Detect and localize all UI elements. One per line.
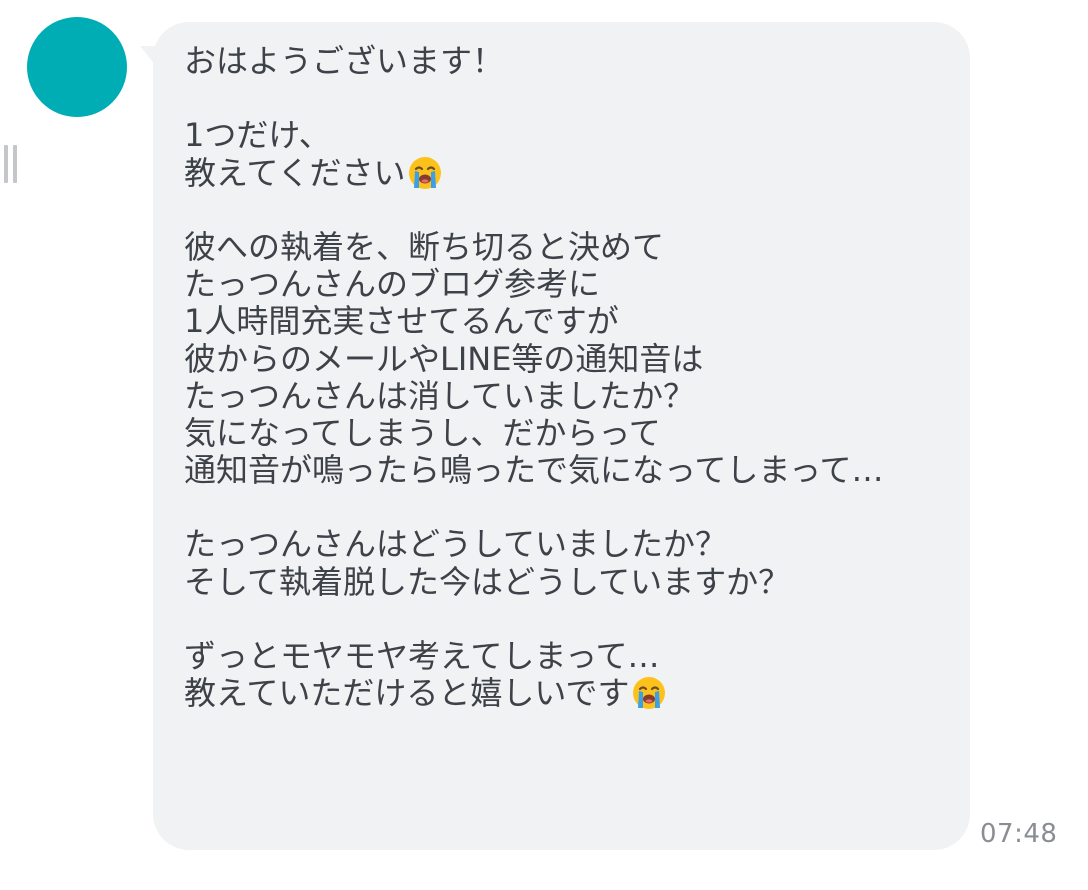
message-line-text: おはようございます！ [184, 42, 505, 80]
message-line-text: たっつんさんはどうしていましたか？ [184, 525, 728, 564]
message-line: 通知音が鳴ったら鳴ったで気になってしまって… [184, 451, 964, 490]
message-line: たっつんさんのブログ参考に [184, 266, 964, 303]
message-line-text: 1つだけ、 [184, 116, 331, 155]
chat-area: おはようございます！ 1つだけ、 教えてください 彼への執着を、断ち切ると決めて たっつ… [0, 0, 1088, 890]
message-timestamp: 07:48 [980, 819, 1058, 849]
message-line: 彼からのメールやLINE等の通知音は [184, 339, 964, 378]
message-line: 1人時間充実させてるんですが [184, 303, 964, 340]
message-line-text: そして執着脱した今はどうしていますか？ [184, 562, 791, 601]
message-bubble[interactable]: おはようございます！ 1つだけ、 教えてください 彼への執着を、断ち切ると決めて たっつ… [140, 22, 970, 850]
message-line-text: ずっとモヤモヤ考えてしまって… [184, 637, 660, 675]
message-line-text: 通知音が鳴ったら鳴ったで気になってしまって… [184, 451, 884, 490]
message-line-text: 彼からのメールやLINE等の通知音は [184, 339, 704, 378]
message-line: 彼への執着を、断ち切ると決めて [184, 227, 964, 266]
pause-marks [4, 145, 20, 183]
message-line-text: たっつんさんは消していましたか？ [184, 376, 696, 415]
side-mark [13, 145, 17, 183]
message-line: 教えていただけると嬉しいです [184, 675, 964, 712]
message-line-text: 彼への執着を、断ち切ると決めて [184, 227, 665, 266]
message-line-text: 教えていただけると嬉しいです [184, 674, 630, 713]
message-line: おはようございます！ [184, 42, 964, 80]
message-line-text: たっつんさんのブログ参考に [184, 265, 601, 304]
message-line: 1つだけ、 [184, 117, 964, 154]
message-line: 気になってしまうし、だからって [184, 413, 964, 452]
loudly-crying-face-icon [407, 155, 443, 191]
message-line-text: 教えてください [184, 153, 406, 192]
message-line-text: 1人時間充実させてるんですが [184, 302, 619, 341]
message-line: 教えてください [184, 153, 964, 192]
message-line: そして執着脱した今はどうしていますか？ [184, 562, 964, 601]
bubble-tail [140, 46, 156, 66]
message-line-text: 気になってしまうし、だからって [184, 413, 661, 452]
avatar[interactable] [27, 17, 127, 117]
loudly-crying-face-icon [631, 675, 667, 711]
message-line: ずっとモヤモヤ考えてしまって… [184, 637, 964, 675]
message-line: たっつんさんはどうしていましたか？ [184, 526, 964, 563]
side-mark [4, 145, 8, 183]
message-line: たっつんさんは消していましたか？ [184, 376, 964, 415]
message-text: おはようございます！ 1つだけ、 教えてください 彼への執着を、断ち切ると決めて たっつ… [184, 42, 964, 712]
